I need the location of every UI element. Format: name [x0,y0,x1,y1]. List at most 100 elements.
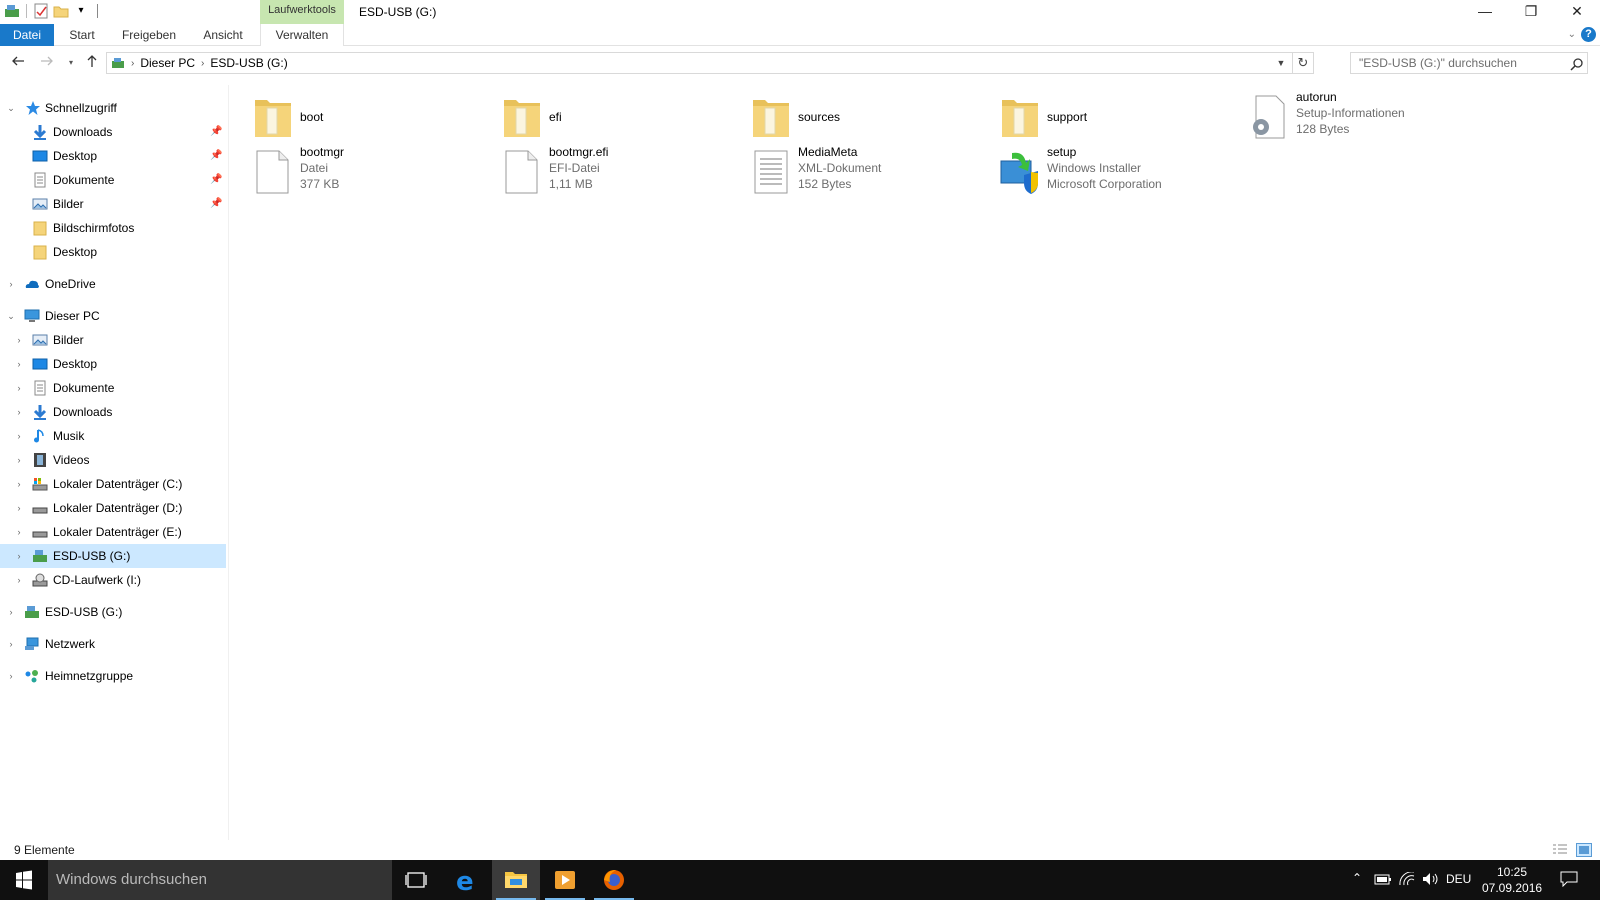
up-button[interactable] [83,54,101,72]
chevron-right-icon[interactable]: › [14,383,24,393]
chevron-right-icon[interactable]: › [14,455,24,465]
volume-icon[interactable] [1422,872,1440,889]
tree-item-pc-videos[interactable]: › Videos [0,448,226,472]
tree-item-drive-i[interactable]: › CD-Laufwerk (I:) [0,568,226,592]
chevron-right-icon[interactable]: › [6,279,16,289]
tree-item-desktop-folder[interactable]: Desktop [0,240,226,264]
file-explorer-icon[interactable] [492,860,540,900]
chevron-right-icon[interactable]: › [6,671,16,681]
pin-icon[interactable]: 📌 [210,198,222,210]
tree-item-downloads[interactable]: Downloads 📌 [0,120,226,144]
tree-label: Dokumente [53,173,115,187]
chevron-right-icon[interactable]: › [6,607,16,617]
chevron-right-icon[interactable]: › [6,639,16,649]
file-item-boot[interactable]: boot [253,90,493,144]
tree-item-drive-g[interactable]: › ESD-USB (G:) [0,544,226,568]
chevron-right-icon[interactable]: › [14,575,24,585]
chevron-right-icon[interactable]: › [14,551,24,561]
qat-divider [26,4,27,18]
tree-item-drive-c[interactable]: › Lokaler Datenträger (C:) [0,472,226,496]
tree-item-pc-pictures[interactable]: › Bilder [0,328,226,352]
file-item-bootmgr[interactable]: bootmgr Datei 377 KB [253,145,493,199]
tree-item-usb-root[interactable]: › ESD-USB (G:) [0,600,226,624]
edge-browser-icon[interactable]: e [442,860,490,900]
pin-icon[interactable]: 📌 [210,150,222,162]
tree-item-network[interactable]: › Netzwerk [0,632,226,656]
file-item-support[interactable]: support [1000,90,1240,144]
tree-item-homegroup[interactable]: › Heimnetzgruppe [0,664,226,688]
minimize-button[interactable]: — [1462,0,1508,24]
back-button[interactable] [9,54,27,72]
music-icon [32,428,48,444]
chevron-down-icon[interactable]: ⌄ [6,103,16,113]
chevron-right-icon[interactable]: › [14,335,24,345]
restore-button[interactable]: ❐ [1508,0,1554,24]
tab-start[interactable]: Start [62,24,102,46]
recent-locations-icon[interactable]: ▾ [62,54,80,72]
chevron-right-icon[interactable]: › [14,431,24,441]
tree-item-pc-documents[interactable]: › Dokumente [0,376,226,400]
firefox-icon[interactable] [590,860,638,900]
tiles-view-icon[interactable] [1576,843,1592,857]
start-button[interactable] [0,860,48,900]
chevron-right-icon[interactable]: › [14,359,24,369]
battery-icon[interactable] [1374,872,1392,889]
homegroup-icon [24,668,40,684]
tree-item-quick-access[interactable]: ⌄ Schnellzugriff [0,96,226,120]
taskbar-search-input[interactable]: Windows durchsuchen [48,860,392,900]
pin-icon[interactable]: 📌 [210,126,222,138]
file-item-bootmgr-efi[interactable]: bootmgr.efi EFI-Datei 1,11 MB [502,145,742,199]
tree-item-desktop[interactable]: Desktop 📌 [0,144,226,168]
tab-view[interactable]: Ansicht [196,24,250,46]
pin-icon[interactable]: 📌 [210,174,222,186]
search-icon[interactable] [1570,57,1584,74]
clock-time[interactable]: 10:25 [1482,865,1542,879]
notification-center-icon[interactable] [1560,871,1578,890]
forward-button[interactable] [38,54,56,72]
clock-date[interactable]: 07.09.2016 [1482,881,1542,895]
customize-qat-icon[interactable]: ▾ [73,3,89,19]
tree-item-pc-downloads[interactable]: › Downloads [0,400,226,424]
address-bar[interactable]: › Dieser PC › ESD-USB (G:) ▼ ↻ [106,52,1314,74]
breadcrumb-separator-icon[interactable]: › [131,58,134,69]
chevron-down-icon[interactable]: ⌄ [6,311,16,321]
refresh-icon[interactable]: ↻ [1292,53,1313,73]
task-view-button[interactable] [392,860,440,900]
file-item-sources[interactable]: sources [751,90,991,144]
tree-item-onedrive[interactable]: › OneDrive [0,272,226,296]
close-button[interactable]: ✕ [1554,0,1600,24]
wifi-icon[interactable] [1398,871,1416,889]
media-player-icon[interactable] [541,860,589,900]
input-language[interactable]: DEU [1446,872,1471,886]
breadcrumb-separator-icon[interactable]: › [201,58,204,69]
chevron-down-icon[interactable]: ▼ [1271,53,1291,73]
tab-manage[interactable]: Verwalten [260,20,344,46]
tab-file[interactable]: Datei [0,24,54,46]
chevron-right-icon[interactable]: › [14,479,24,489]
chevron-right-icon[interactable]: › [14,407,24,417]
expand-ribbon-icon[interactable]: ⌄ [1568,29,1576,40]
chevron-right-icon[interactable]: › [14,503,24,513]
tree-item-pc-music[interactable]: › Musik [0,424,226,448]
tree-item-drive-d[interactable]: › Lokaler Datenträger (D:) [0,496,226,520]
breadcrumb-current[interactable]: ESD-USB (G:) [210,56,287,70]
tree-item-screenshots[interactable]: Bildschirmfotos [0,216,226,240]
tab-share[interactable]: Freigeben [116,24,182,46]
properties-icon[interactable] [33,3,49,19]
tree-item-pictures[interactable]: Bilder 📌 [0,192,226,216]
tree-item-documents[interactable]: Dokumente 📌 [0,168,226,192]
file-item-autorun[interactable]: autorun Setup-Informationen 128 Bytes [1249,90,1489,144]
tree-item-drive-e[interactable]: › Lokaler Datenträger (E:) [0,520,226,544]
help-icon[interactable]: ? [1581,27,1596,42]
chevron-up-icon[interactable]: ⌃ [1352,871,1362,885]
new-folder-icon[interactable] [53,3,69,19]
tree-item-pc-desktop[interactable]: › Desktop [0,352,226,376]
search-input[interactable]: "ESD-USB (G:)" durchsuchen [1350,52,1588,74]
tree-item-this-pc[interactable]: ⌄ Dieser PC [0,304,226,328]
details-view-icon[interactable] [1552,843,1568,857]
file-item-mediameta[interactable]: MediaMeta XML-Dokument 152 Bytes [751,145,991,199]
file-item-setup[interactable]: setup Windows Installer Microsoft Corpor… [1000,145,1240,199]
breadcrumb-this-pc[interactable]: Dieser PC [140,56,195,70]
file-item-efi[interactable]: efi [502,90,742,144]
chevron-right-icon[interactable]: › [14,527,24,537]
